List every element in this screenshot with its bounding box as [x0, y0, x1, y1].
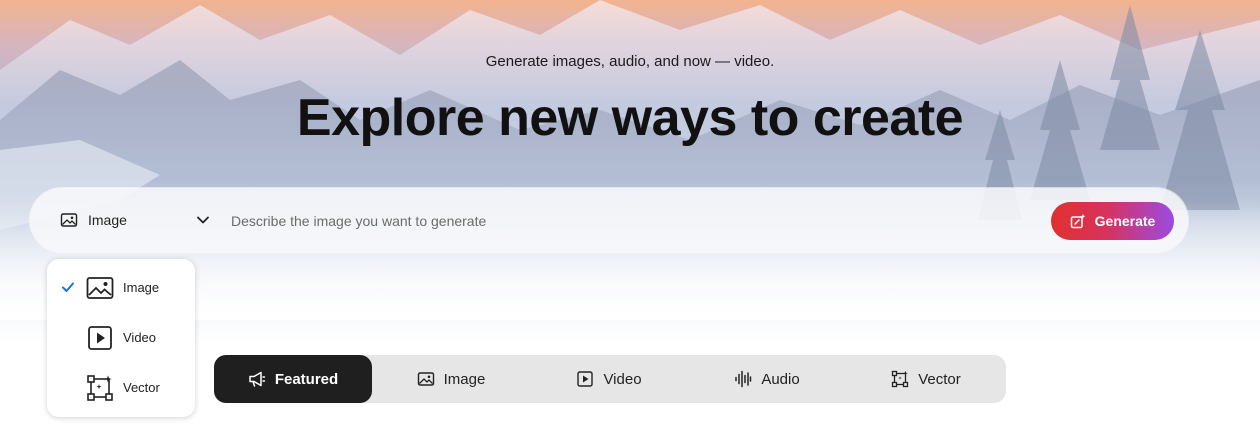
audio-waveform-icon [735, 370, 752, 388]
chevron-down-icon [197, 216, 209, 224]
megaphone-icon [249, 371, 266, 387]
tab-label: Audio [761, 370, 800, 388]
image-icon [60, 213, 78, 227]
menu-item-label: Image [123, 280, 160, 295]
tab-vector[interactable]: Vector [846, 355, 1006, 403]
prompt-bar: Image Generate [30, 188, 1188, 252]
tab-featured[interactable]: Featured [214, 355, 372, 403]
category-tabs: Featured Image Video Audio Vector [214, 355, 1006, 403]
tab-label: Vector [918, 370, 961, 388]
vector-icon [87, 375, 113, 401]
content-type-menu: Image Video Vector [47, 259, 195, 417]
prompt-input[interactable] [229, 202, 1033, 240]
image-icon [86, 277, 114, 299]
tab-label: Featured [274, 370, 339, 388]
video-play-icon [88, 326, 112, 350]
content-type-label: Image [88, 212, 127, 228]
video-play-icon [577, 371, 594, 387]
checkmark-icon [62, 282, 74, 292]
image-icon [417, 372, 434, 386]
generate-sparkle-icon [1070, 213, 1086, 229]
vector-icon [892, 370, 909, 388]
tab-image[interactable]: Image [372, 355, 530, 403]
menu-item-label: Vector [123, 380, 160, 395]
tab-label: Video [603, 370, 642, 388]
menu-item-image[interactable]: Image [47, 266, 195, 310]
tab-audio[interactable]: Audio [688, 355, 846, 403]
tab-video[interactable]: Video [530, 355, 688, 403]
hero-headline: Explore new ways to create [296, 89, 964, 147]
tab-label: Image [443, 370, 486, 388]
generate-button[interactable]: Generate [1051, 202, 1174, 240]
content-type-select[interactable]: Image [60, 188, 220, 252]
menu-item-video[interactable]: Video [47, 316, 195, 360]
generate-label: Generate [1094, 213, 1156, 229]
menu-item-label: Video [123, 330, 157, 345]
hero-subtitle: Generate images, audio, and now — video. [485, 53, 775, 70]
menu-item-vector[interactable]: Vector [47, 366, 195, 410]
